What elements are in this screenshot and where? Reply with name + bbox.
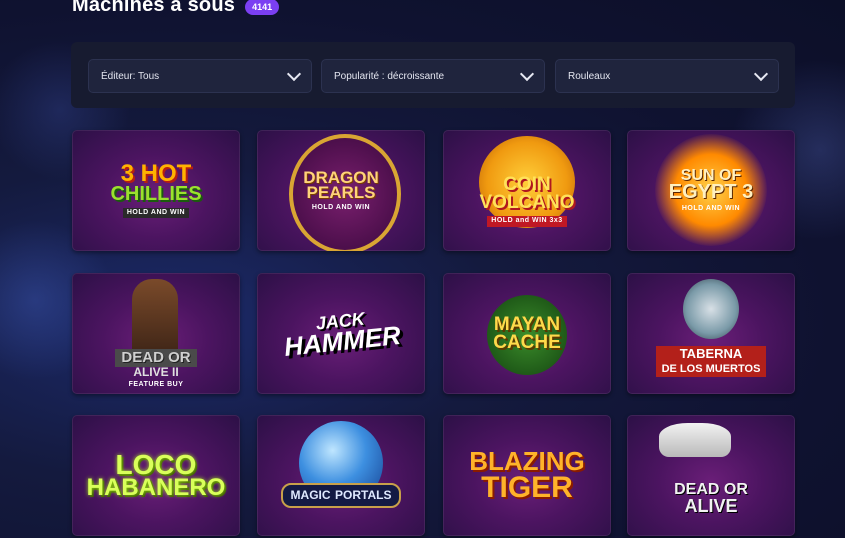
game-logo-line2: TIGER: [481, 470, 573, 504]
game-tile-dead-or-alive-2[interactable]: DEAD OR ALIVE II FEATURE BUY: [72, 273, 240, 394]
game-tile-dragon-pearls[interactable]: DRAGON PEARLS HOLD AND WIN: [257, 130, 425, 251]
game-tile-mayan-cache[interactable]: MAYAN CACHE: [443, 273, 611, 394]
cowboy-hat-art: [659, 423, 731, 457]
game-tile-sun-of-egypt-3[interactable]: SUN OF EGYPT 3 HOLD AND WIN: [627, 130, 795, 251]
publisher-filter-label: Éditeur: Tous: [101, 70, 160, 82]
game-logo-line2: DE LOS MUERTOS: [655, 362, 767, 377]
game-logo-line2: CHILLIES: [110, 182, 202, 205]
game-logo: MAYAN CACHE: [493, 314, 561, 353]
publisher-filter[interactable]: Éditeur: Tous: [88, 59, 312, 93]
game-tile-dead-or-alive[interactable]: DEAD OR ALIVE: [627, 415, 795, 536]
game-logo: COIN VOLCANO HOLD and WIN 3x3: [479, 175, 575, 227]
game-logo-line1: MAGIC: [290, 488, 331, 503]
game-tile-blazing-tiger[interactable]: BLAZING TIGER: [443, 415, 611, 536]
chevron-down-icon: [286, 66, 302, 82]
game-logo: DEAD OR ALIVE II FEATURE BUY: [115, 348, 197, 388]
game-logo-line1: DEAD OR: [115, 348, 197, 367]
page-title: Machines à sous: [72, 0, 236, 16]
game-logo-line2: CACHE: [493, 331, 561, 353]
sort-filter-label: Popularité : décroissante: [334, 70, 445, 82]
page-header: Machines à sous 4141: [72, 0, 280, 17]
game-logo-line2: VOLCANO: [479, 191, 575, 213]
game-logo-sub: HOLD AND WIN: [681, 204, 741, 212]
game-logo: BLAZING TIGER: [469, 448, 585, 504]
game-logo-sub: HOLD AND WIN: [311, 203, 371, 211]
game-logo: DRAGON PEARLS HOLD AND WIN: [303, 169, 379, 212]
game-logo: SUN OF EGYPT 3 HOLD AND WIN: [668, 167, 754, 213]
game-logo-line2: EGYPT 3: [668, 181, 754, 204]
chevron-down-icon: [519, 66, 535, 82]
game-tile-loco-habanero[interactable]: LOCO HABANERO: [72, 415, 240, 536]
game-logo: JACK HAMMER: [281, 307, 401, 362]
game-logo: 3 HOT CHILLIES HOLD AND WIN: [110, 159, 202, 219]
game-logo-line2: ALIVE II: [133, 364, 179, 379]
game-logo-line1: 3 HOT: [120, 159, 192, 187]
filter-panel: Éditeur: Tous Popularité : décroissante …: [71, 42, 795, 108]
game-logo: DEAD OR ALIVE: [674, 482, 748, 516]
game-tile-coin-volcano[interactable]: COIN VOLCANO HOLD and WIN 3x3: [443, 130, 611, 251]
game-logo: LOCO HABANERO: [86, 450, 226, 502]
game-logo-sub: HOLD AND WIN: [122, 208, 190, 219]
game-logo: TABERNA DE LOS MUERTOS: [655, 346, 767, 377]
game-tile-magic-portals[interactable]: MAGIC PORTALS: [257, 415, 425, 536]
reels-filter-label: Rouleaux: [568, 70, 611, 82]
game-tile-taberna-de-los-muertos[interactable]: TABERNA DE LOS MUERTOS: [627, 273, 795, 394]
reels-filter[interactable]: Rouleaux: [555, 59, 779, 93]
game-tile-3-hot-chillies[interactable]: 3 HOT CHILLIES HOLD AND WIN: [72, 130, 240, 251]
sort-filter[interactable]: Popularité : décroissante: [321, 59, 545, 93]
game-logo-line2: PEARLS: [306, 183, 376, 203]
game-logo: MAGIC PORTALS: [280, 483, 402, 508]
skull-art: [683, 279, 739, 339]
chevron-down-icon: [753, 66, 769, 82]
game-logo-sub: HOLD and WIN 3x3: [487, 216, 567, 227]
game-logo-line2: PORTALS: [335, 488, 392, 503]
game-logo-line2: ALIVE: [684, 495, 738, 516]
game-count-badge: 4141: [245, 0, 280, 15]
game-logo-line1: MAYAN: [493, 314, 561, 336]
cowgirl-art: [132, 279, 178, 357]
game-logo-sub: FEATURE BUY: [128, 380, 184, 388]
game-logo-line2: HABANERO: [86, 474, 226, 502]
game-logo-line1: TABERNA: [655, 346, 767, 363]
game-tile-jack-hammer[interactable]: JACK HAMMER: [257, 273, 425, 394]
